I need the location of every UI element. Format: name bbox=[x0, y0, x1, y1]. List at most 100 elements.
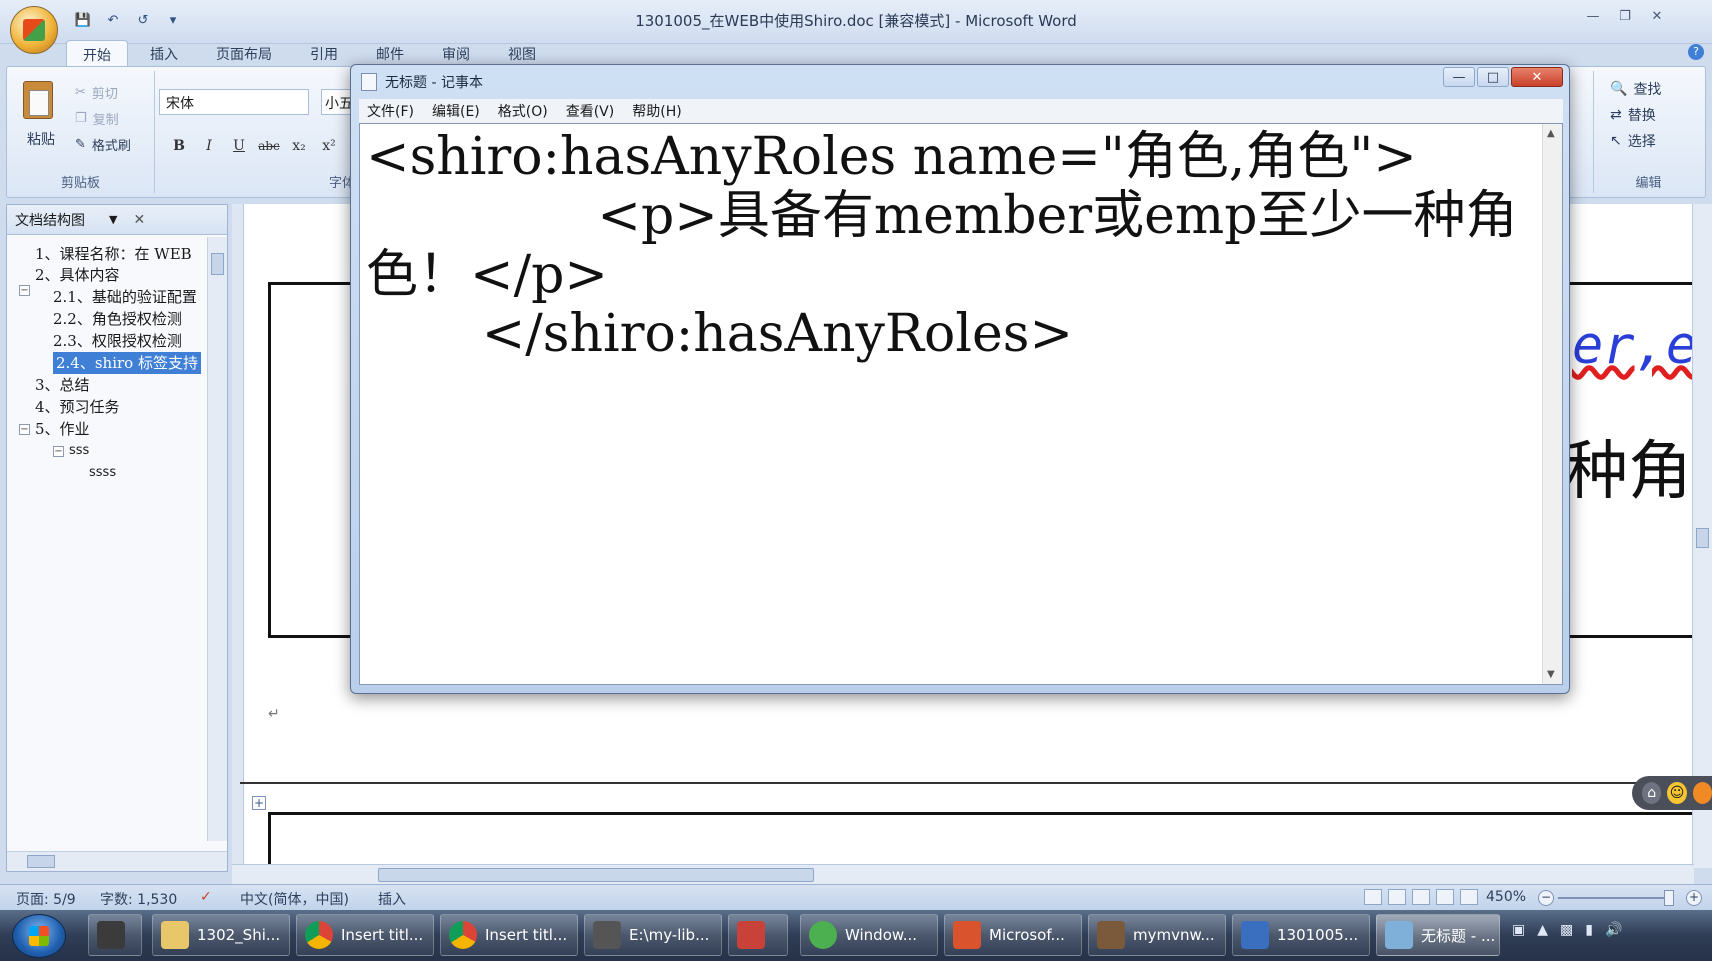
cut-button[interactable]: ✂ 剪切 bbox=[75, 83, 118, 102]
eclipse-icon bbox=[1097, 921, 1125, 949]
superscript-button[interactable]: x² bbox=[317, 135, 341, 157]
notepad-close-button[interactable]: ✕ bbox=[1511, 67, 1563, 87]
underline-button[interactable]: U bbox=[227, 135, 251, 157]
zoom-out-icon[interactable]: − bbox=[1538, 890, 1554, 906]
full-screen-reading-icon[interactable] bbox=[1388, 889, 1406, 905]
find-button[interactable]: 🔍 查找 bbox=[1610, 79, 1661, 99]
notepad-vertical-scrollbar[interactable]: ▲ ▼ bbox=[1542, 124, 1562, 684]
print-layout-icon[interactable] bbox=[1364, 889, 1382, 905]
select-button[interactable]: ↖ 选择 bbox=[1610, 131, 1656, 151]
network-icon[interactable]: ▩ bbox=[1560, 922, 1573, 938]
tray-app-icon[interactable]: ▣ bbox=[1512, 922, 1525, 938]
nav-item-ssss[interactable]: ssss bbox=[89, 462, 116, 484]
page-count[interactable]: 页面: 5/9 bbox=[16, 889, 76, 909]
proofing-icon[interactable]: ✓ bbox=[200, 889, 212, 905]
restore-button[interactable]: ❐ bbox=[1612, 6, 1638, 26]
nav-item-4[interactable]: 4、预习任务 bbox=[35, 396, 120, 418]
draft-icon[interactable] bbox=[1460, 889, 1478, 905]
menu-view[interactable]: 查看(V) bbox=[566, 101, 615, 121]
taskbar-item-eclipse[interactable]: mymvnw... bbox=[1088, 914, 1226, 956]
nav-item-1[interactable]: 1、课程名称：在 WEB bbox=[35, 243, 192, 265]
nav-item-5[interactable]: 5、作业 bbox=[35, 418, 90, 440]
tab-home[interactable]: 开始 bbox=[66, 40, 128, 68]
scroll-thumb[interactable] bbox=[211, 253, 224, 275]
strikethrough-button[interactable]: abc bbox=[257, 135, 281, 157]
help-icon[interactable]: ? bbox=[1688, 44, 1704, 60]
zoom-level[interactable]: 450% bbox=[1486, 889, 1526, 905]
menu-help[interactable]: 帮助(H) bbox=[632, 101, 681, 121]
nav-item-2-1[interactable]: 2.1、基础的验证配置 bbox=[53, 286, 197, 308]
minimize-button[interactable]: — bbox=[1580, 6, 1606, 26]
nav-item-2-3[interactable]: 2.3、权限授权检测 bbox=[53, 330, 182, 352]
zoom-in-icon[interactable]: + bbox=[1686, 890, 1702, 906]
menu-edit[interactable]: 编辑(E) bbox=[432, 101, 480, 121]
home-icon[interactable]: ⌂ bbox=[1642, 782, 1662, 804]
taskbar-item-chrome-1[interactable]: Insert titl... bbox=[296, 914, 434, 956]
scroll-down-icon[interactable]: ▼ bbox=[1547, 669, 1555, 680]
collapse-toggle-icon[interactable]: − bbox=[19, 424, 30, 435]
format-painter-button[interactable]: ✎ 格式刷 bbox=[75, 135, 131, 154]
document-horizontal-scrollbar[interactable] bbox=[232, 864, 1694, 884]
notepad-text-area[interactable]: <shiro:hasAnyRoles name="角色,角色"> <p>具备有m… bbox=[359, 123, 1563, 685]
subscript-button[interactable]: x₂ bbox=[287, 135, 311, 157]
nav-item-2-4[interactable]: 2.4、shiro 标签支持 bbox=[53, 352, 201, 374]
taskbar-item-notes[interactable] bbox=[728, 914, 788, 956]
replace-button[interactable]: ⇄ 替换 bbox=[1610, 105, 1656, 125]
zoom-slider[interactable] bbox=[1558, 897, 1668, 899]
scroll-thumb[interactable] bbox=[378, 868, 814, 882]
notepad-minimize-button[interactable]: — bbox=[1443, 67, 1475, 87]
notepad-window[interactable]: 无标题 - 记事本 — □ ✕ 文件(F) 编辑(E) 格式(O) 查看(V) … bbox=[350, 64, 1570, 694]
taskbar-item-chrome-2[interactable]: Insert titl... bbox=[440, 914, 578, 956]
chevron-down-icon[interactable]: ▼ bbox=[109, 213, 117, 226]
tab-references[interactable]: 引用 bbox=[294, 40, 354, 68]
table-add-icon[interactable]: + bbox=[252, 796, 266, 810]
nav-vertical-scrollbar[interactable] bbox=[207, 237, 227, 841]
view-buttons bbox=[1364, 889, 1478, 905]
outline-icon[interactable] bbox=[1436, 889, 1454, 905]
font-name-combo[interactable]: 宋体 bbox=[159, 89, 309, 115]
scroll-up-icon[interactable]: ▲ bbox=[1547, 128, 1555, 139]
menu-format[interactable]: 格式(O) bbox=[498, 101, 548, 121]
insert-mode[interactable]: 插入 bbox=[378, 889, 406, 909]
close-pane-icon[interactable]: ✕ bbox=[133, 212, 145, 228]
taskbar-item-window[interactable]: Window... bbox=[800, 914, 938, 956]
nav-horizontal-scrollbar[interactable] bbox=[7, 851, 227, 871]
document-vertical-scrollbar[interactable] bbox=[1692, 204, 1712, 868]
zoom-slider-thumb[interactable] bbox=[1664, 890, 1674, 906]
taskbar-pinned-app[interactable] bbox=[88, 914, 142, 956]
close-button[interactable]: ✕ bbox=[1644, 6, 1670, 26]
office-button[interactable] bbox=[10, 6, 58, 54]
bold-button[interactable]: B bbox=[167, 135, 191, 157]
paste-button[interactable]: 粘贴 bbox=[27, 129, 55, 149]
copy-button[interactable]: ❐ 复制 bbox=[75, 109, 119, 128]
signal-icon[interactable]: ▮ bbox=[1585, 922, 1593, 938]
start-button[interactable] bbox=[12, 914, 66, 958]
nav-item-2[interactable]: 2、具体内容 bbox=[35, 264, 120, 286]
taskbar-item-sublime[interactable]: E:\my-lib... bbox=[584, 914, 722, 956]
tray-arrow-icon[interactable]: ▲ bbox=[1537, 922, 1548, 938]
nav-item-3[interactable]: 3、总结 bbox=[35, 374, 90, 396]
italic-button[interactable]: I bbox=[197, 135, 221, 157]
taskbar-item-notepad[interactable]: 无标题 - ... bbox=[1376, 914, 1500, 956]
notepad-text[interactable]: <shiro:hasAnyRoles name="角色,角色"> <p>具备有m… bbox=[366, 128, 1536, 364]
menu-file[interactable]: 文件(F) bbox=[367, 101, 414, 121]
smile-icon[interactable]: ☺ bbox=[1667, 782, 1687, 804]
web-layout-icon[interactable] bbox=[1412, 889, 1430, 905]
emoji-icon[interactable] bbox=[1692, 782, 1712, 804]
collapse-toggle-icon[interactable]: − bbox=[19, 285, 30, 296]
scroll-thumb[interactable] bbox=[1696, 528, 1709, 548]
nav-item-2-2[interactable]: 2.2、角色授权检测 bbox=[53, 308, 182, 330]
nav-item-sss[interactable]: sss bbox=[69, 440, 89, 462]
taskbar-item-word[interactable]: 1301005... bbox=[1232, 914, 1370, 956]
tab-page-layout[interactable]: 页面布局 bbox=[200, 40, 288, 68]
word-count[interactable]: 字数: 1,530 bbox=[100, 889, 177, 909]
language-status[interactable]: 中文(简体，中国) bbox=[240, 889, 349, 909]
collapse-toggle-icon[interactable]: − bbox=[53, 446, 64, 457]
tab-insert[interactable]: 插入 bbox=[134, 40, 194, 68]
volume-icon[interactable]: 🔊 bbox=[1605, 922, 1622, 938]
taskbar-item-microsoft[interactable]: Microsof... bbox=[944, 914, 1082, 956]
paste-icon[interactable] bbox=[23, 81, 53, 119]
taskbar-item-explorer[interactable]: 1302_Shi... bbox=[152, 914, 290, 956]
scroll-thumb[interactable] bbox=[27, 855, 55, 868]
notepad-maximize-button[interactable]: □ bbox=[1477, 67, 1509, 87]
